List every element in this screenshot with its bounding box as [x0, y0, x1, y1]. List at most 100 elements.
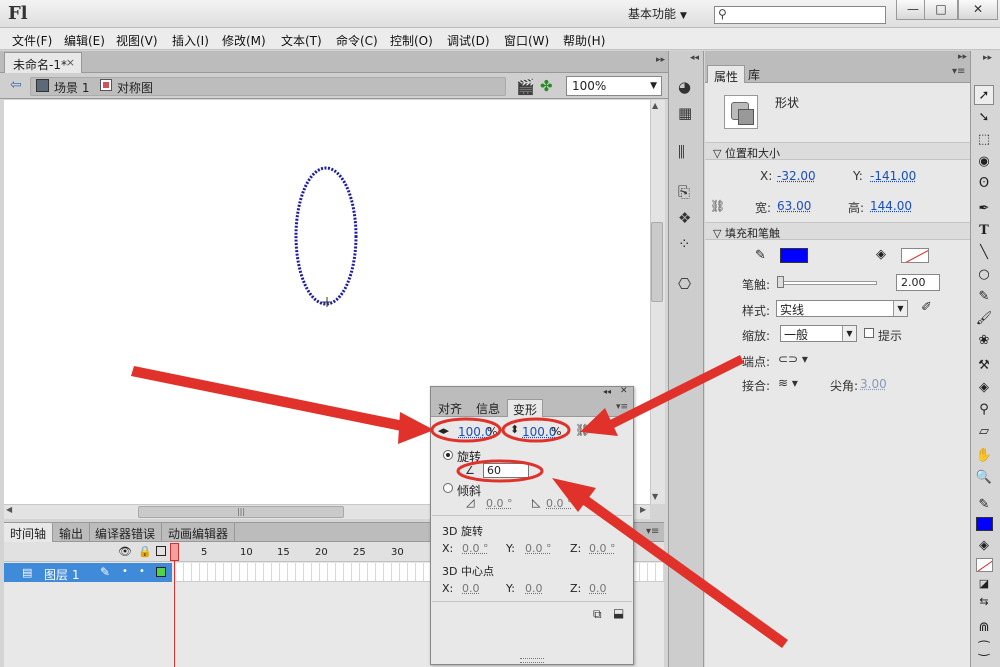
tab-align[interactable]: 对齐 [438, 400, 462, 417]
tab-output[interactable]: 输出 [53, 523, 91, 542]
subselection-tool-icon[interactable]: ➘ [974, 108, 994, 128]
align-icon[interactable]: ⫼ [678, 143, 685, 161]
tab-timeline[interactable]: 时间轴 [4, 523, 54, 542]
height-value[interactable]: 144.00 [870, 199, 912, 213]
info-icon[interactable]: ⎘ [678, 183, 690, 201]
selected-ellipse-shape[interactable] [294, 166, 358, 306]
brush-tool-icon[interactable]: 🖌 [974, 309, 994, 329]
outline-icon[interactable] [156, 546, 166, 556]
motion-presets-icon[interactable]: ⎔ [678, 275, 691, 293]
skew-vertical-value[interactable]: 0.0 ° [546, 497, 573, 510]
section-fill-stroke[interactable]: ▽ 填充和笔触 [705, 222, 970, 240]
color-wheel-icon[interactable]: ◕ [678, 78, 691, 96]
help-search-input[interactable]: ⚲ [714, 6, 886, 24]
bone-tool-icon[interactable]: ⚒ [974, 356, 994, 376]
swatches-icon[interactable]: ▦ [678, 104, 692, 122]
eyedropper-tool-icon[interactable]: ⚲ [974, 400, 994, 420]
menu-text[interactable]: 文本(T) [281, 32, 322, 49]
menu-insert[interactable]: 插入(I) [172, 32, 209, 49]
pencil-tool-icon[interactable]: ✎ [974, 287, 994, 307]
hand-tool-icon[interactable]: ✋ [974, 446, 994, 466]
x-value[interactable]: -32.00 [777, 169, 816, 183]
menu-control[interactable]: 控制(O) [390, 32, 433, 49]
stroke-style-select[interactable]: 实线 ▼ [776, 300, 908, 317]
free-transform-tool-icon[interactable]: ⬚ [974, 130, 994, 150]
selection-tool-icon[interactable]: ➚ [974, 85, 994, 105]
y-value[interactable]: -141.00 [870, 169, 916, 183]
collapse-arrows-icon[interactable]: ▸▸ [983, 53, 992, 63]
3d-center-x-value[interactable]: 0.0 [462, 582, 480, 595]
text-tool-icon[interactable]: T [974, 221, 994, 241]
back-arrow-icon[interactable]: ⇦ [10, 77, 22, 93]
scroll-right-icon[interactable]: ▶ [640, 505, 646, 514]
tab-info[interactable]: 信息 [476, 400, 500, 417]
menu-help[interactable]: 帮助(H) [563, 32, 605, 49]
close-button[interactable]: ✕ [958, 0, 998, 20]
default-colors-icon[interactable]: ◪ [974, 574, 994, 594]
pen-tool-icon[interactable]: ✒ [974, 199, 994, 219]
panel-menu-icon[interactable]: ▾≡ [952, 66, 965, 77]
reset-icon[interactable]: ↺ [603, 424, 613, 438]
stroke-color-swatch[interactable] [976, 517, 993, 531]
panel-menu-icon[interactable]: ▾≡ [646, 526, 659, 537]
horizontal-scroll-thumb[interactable]: ||| [138, 506, 344, 518]
transform-icon[interactable]: ❖ [678, 209, 691, 227]
3d-center-y-value[interactable]: 0.0 [525, 582, 543, 595]
close-tab-icon[interactable]: × [66, 56, 75, 69]
fill-color-swatch[interactable] [976, 558, 993, 572]
panel-menu-icon[interactable]: ▾≡ [616, 402, 628, 412]
layer-name[interactable]: 图层 1 [44, 566, 79, 583]
smooth-icon[interactable]: ⁐ [974, 640, 994, 660]
skew-radio[interactable] [443, 483, 453, 493]
close-icon[interactable]: ✕ [620, 386, 628, 396]
eye-icon[interactable]: 👁 [118, 545, 132, 558]
edit-scene-icon[interactable]: 🎬 [516, 78, 535, 96]
layer-outline-color-icon[interactable] [156, 567, 166, 577]
paint-bucket-tool-icon[interactable]: ◈ [974, 378, 994, 398]
line-tool-icon[interactable]: ╲ [974, 243, 994, 263]
lock-proportions-icon[interactable]: ⛓ [710, 199, 725, 213]
scroll-up-icon[interactable]: ▲ [652, 101, 658, 110]
menu-file[interactable]: 文件(F) [12, 32, 52, 49]
resize-grip[interactable] [520, 658, 544, 663]
menu-window[interactable]: 窗口(W) [504, 32, 549, 49]
menu-debug[interactable]: 调试(D) [447, 32, 490, 49]
rotate-radio[interactable] [443, 450, 453, 460]
reset-transform-icon[interactable]: ⬓ [613, 606, 624, 620]
tab-transform[interactable]: 变形 [507, 399, 544, 417]
eraser-tool-icon[interactable]: ▱ [974, 422, 994, 442]
duplicate-transform-icon[interactable]: ⧉ [593, 607, 602, 622]
tab-compiler-errors[interactable]: 编译器错误 [89, 523, 163, 542]
breadcrumb-scene[interactable]: 场景 1 [54, 79, 89, 96]
breadcrumb-symbol[interactable]: 对称图 [117, 79, 153, 96]
width-value[interactable]: 63.00 [777, 199, 811, 213]
3d-rotation-tool-icon[interactable]: ◉ [974, 152, 994, 172]
oval-tool-icon[interactable]: ○ [974, 265, 994, 285]
edit-symbol-icon[interactable]: ✤ [540, 77, 553, 95]
stroke-color-swatch[interactable] [780, 248, 808, 263]
lasso-tool-icon[interactable]: ʘ [974, 174, 994, 194]
3d-rotation-y-value[interactable]: 0.0 ° [525, 542, 552, 555]
scale-select[interactable]: 一般 ▼ [780, 325, 857, 342]
scroll-down-icon[interactable]: ▼ [652, 492, 658, 501]
stroke-size-input[interactable]: 2.00 [896, 274, 940, 291]
workspace-switcher[interactable]: 基本功能 ▼ [628, 5, 706, 23]
menu-edit[interactable]: 编辑(E) [64, 32, 105, 49]
tab-motion-editor[interactable]: 动画编辑器 [162, 523, 236, 542]
deco-tool-icon[interactable]: ❀ [974, 331, 994, 351]
3d-rotation-z-value[interactable]: 0.0 ° [589, 542, 616, 555]
components-icon[interactable]: ⁘ [678, 235, 691, 253]
skew-horizontal-value[interactable]: 0.0 ° [486, 497, 513, 510]
lock-dot-icon[interactable]: • [139, 566, 145, 577]
menu-modify[interactable]: 修改(M) [222, 32, 266, 49]
lock-icon[interactable]: 🔒 [138, 545, 152, 558]
menu-commands[interactable]: 命令(C) [336, 32, 378, 49]
collapse-arrows-icon[interactable]: ◂◂ [690, 53, 699, 63]
visibility-dot-icon[interactable]: • [122, 566, 128, 577]
miter-value[interactable]: 3.00 [860, 377, 887, 391]
join-select[interactable]: ≋ ▾ [778, 376, 798, 390]
3d-center-z-value[interactable]: 0.0 [589, 582, 607, 595]
hint-checkbox[interactable] [864, 328, 874, 338]
scroll-left-icon[interactable]: ◀ [6, 505, 12, 514]
maximize-button[interactable]: □ [924, 0, 958, 20]
